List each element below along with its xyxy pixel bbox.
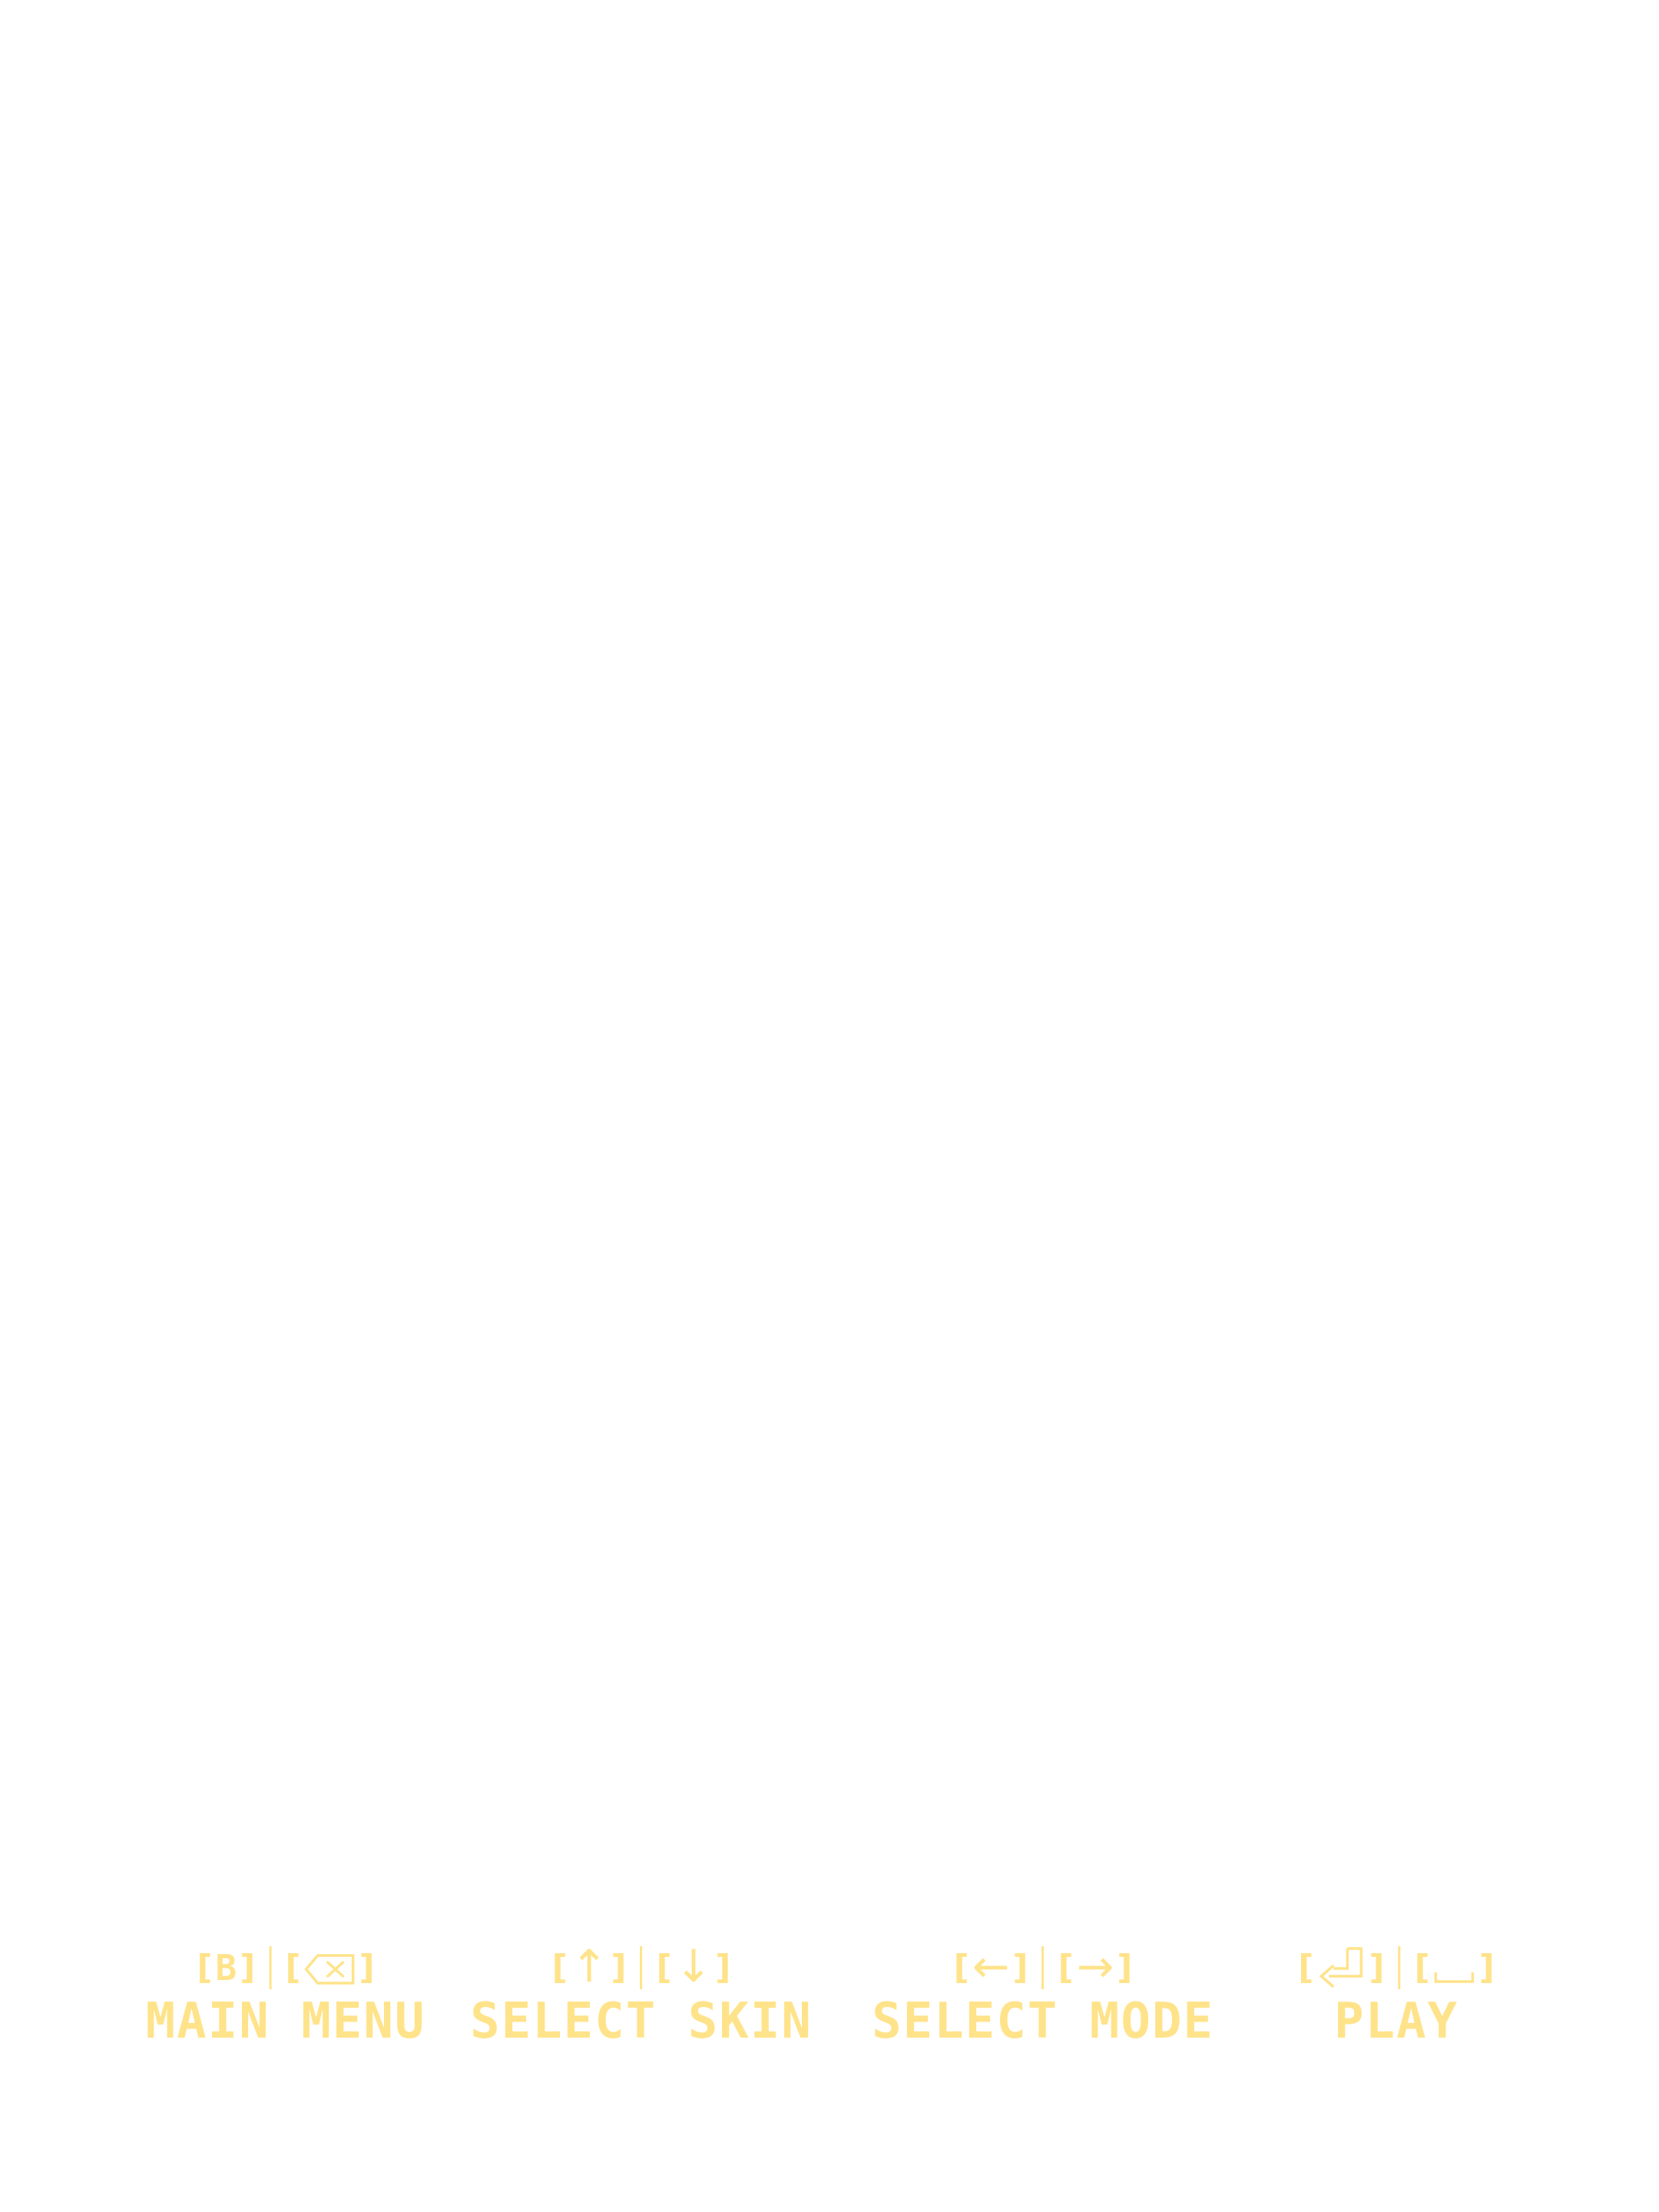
- separator: [640, 1946, 643, 1989]
- key-left: [←]: [953, 1940, 1028, 1992]
- key-b: [B]: [197, 1947, 256, 1988]
- key-enter: [ ]: [1298, 1945, 1385, 1990]
- key-backspace: [ ]: [285, 1948, 375, 1987]
- main-menu-hint[interactable]: [B] [ ] MAIN MENU: [146, 1943, 426, 2046]
- key-down: [↓]: [656, 1940, 731, 1992]
- main-menu-label: MAIN MENU: [145, 1993, 426, 2050]
- play-keys: [ ] []: [1298, 1943, 1495, 1992]
- enter-icon: [1316, 1945, 1366, 1990]
- play-hint[interactable]: [ ] [] PLAY: [1298, 1943, 1495, 2050]
- separator: [269, 1946, 272, 1989]
- select-skin-hint[interactable]: [↑] [↓] SELECT SKIN: [470, 1943, 813, 2046]
- separator: [1041, 1946, 1045, 1989]
- key-up: [↑]: [551, 1940, 627, 1992]
- key-b-label: B: [215, 1947, 237, 1988]
- arrow-down-icon: ↓: [674, 1940, 713, 1992]
- select-mode-hint[interactable]: [←] [→] SELECT MODE: [872, 1943, 1214, 2046]
- arrow-right-icon: →: [1076, 1940, 1114, 1992]
- main-menu-keys: [B] [ ]: [197, 1943, 375, 1992]
- select-mode-keys: [←] [→]: [953, 1940, 1133, 1992]
- select-mode-label: SELECT MODE: [872, 1993, 1214, 2050]
- separator: [1398, 1946, 1401, 1989]
- backspace-icon: [303, 1949, 356, 1987]
- game-screen: [B] [ ] MAIN MENU [↑] [↓] SELECT SKI…: [0, 0, 1659, 2212]
- key-right: [→]: [1058, 1940, 1133, 1992]
- key-space: [ ]: [1414, 1948, 1495, 1987]
- play-label: PLAY: [1333, 1993, 1459, 2050]
- arrow-left-icon: ←: [972, 1940, 1010, 1992]
- arrow-up-icon: ↑: [570, 1940, 608, 1992]
- space-icon: [1433, 1949, 1476, 1987]
- select-skin-keys: [↑] [↓]: [551, 1940, 731, 1992]
- select-skin-label: SELECT SKIN: [470, 1993, 813, 2050]
- control-hints-bar: [B] [ ] MAIN MENU [↑] [↓] SELECT SKI…: [0, 1943, 1659, 2066]
